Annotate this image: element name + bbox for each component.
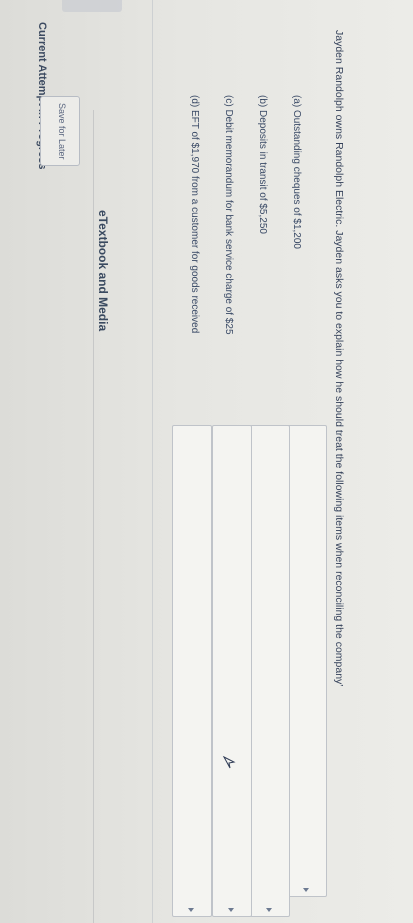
vertical-rule	[152, 0, 153, 923]
chevron-down-icon	[188, 908, 194, 912]
header-stub	[62, 0, 122, 12]
dropdown-a[interactable]	[287, 425, 327, 897]
item-c: (c) Debit memorandum for bank service ch…	[223, 95, 234, 335]
chevron-down-icon	[228, 908, 234, 912]
section-divider	[93, 110, 94, 923]
item-a: (a) Outstanding cheques of $1,200	[291, 95, 302, 249]
dropdown-b[interactable]	[250, 425, 290, 917]
cursor-icon	[222, 755, 236, 769]
chevron-down-icon	[266, 908, 272, 912]
item-b: (b) Deposits in transit of $5,250	[257, 95, 268, 234]
etextbook-link[interactable]: eTextbook and Media	[96, 210, 110, 331]
dropdown-d[interactable]	[172, 425, 212, 917]
question-text: Jayden Randolph owns Randolph Electric. …	[333, 30, 345, 687]
dropdown-c[interactable]	[212, 425, 252, 917]
chevron-down-icon	[303, 888, 309, 892]
save-for-later-label: Save for Later	[57, 103, 67, 160]
save-for-later-button[interactable]: Save for Later	[40, 96, 80, 166]
item-d: (d) EFT of $1,970 from a customer for go…	[189, 95, 200, 334]
